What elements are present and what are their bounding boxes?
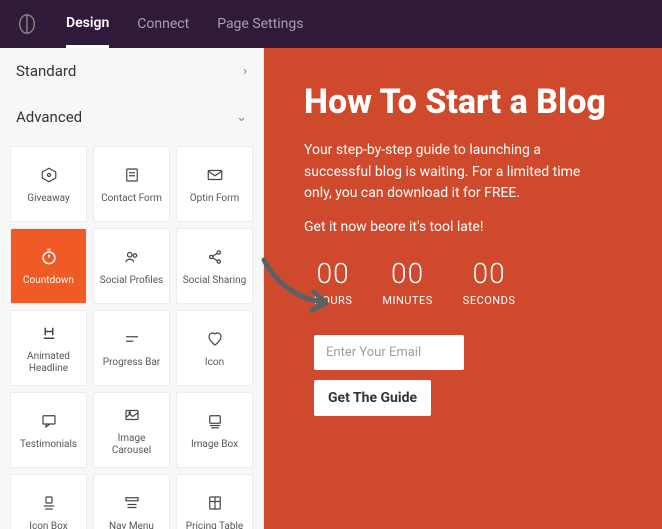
timer-value: 00 [314,257,352,290]
pricing-icon [206,492,224,514]
widget-social-profiles[interactable]: Social Profiles [93,228,170,304]
chevron-right-icon: › [243,64,247,79]
timer-seconds: 00 SECONDS [463,257,516,307]
widget-label: Countdown [23,275,74,287]
widget-image-box[interactable]: Image Box [176,392,253,468]
section-standard[interactable]: Standard › [0,48,263,94]
iconbox-icon [40,492,58,514]
widget-sidebar: Standard › Advanced ⌄ Giveaway Contact F… [0,48,264,529]
widget-social-sharing[interactable]: Social Sharing [176,228,253,304]
logo-icon [16,13,38,35]
heart-icon [206,328,224,350]
timer-value: 00 [463,257,516,290]
chat-icon [40,410,58,432]
section-label: Standard [16,62,76,80]
headline-icon [40,322,58,344]
tab-design[interactable]: Design [66,1,109,48]
widget-label: Image Carousel [98,433,165,456]
email-field[interactable] [314,335,464,370]
widget-label: Social Profiles [100,275,163,287]
page-canvas: How To Start a Blog Your step-by-step gu… [264,48,662,529]
tab-connect[interactable]: Connect [137,2,189,46]
tab-page-settings[interactable]: Page Settings [217,2,303,46]
chevron-down-icon: ⌄ [236,110,247,125]
widget-label: Optin Form [190,193,240,205]
widget-label: Image Box [191,439,238,451]
people-icon [123,246,141,268]
widget-label: Icon Box [29,521,67,529]
cta-text: Get it now beore it's tool late! [304,219,622,235]
envelope-icon [206,164,224,186]
timer-minutes: 00 MINUTES [382,257,432,307]
widget-icon-box[interactable]: Icon Box [10,474,87,529]
timer-label: SECONDS [463,294,516,307]
giveaway-icon [40,164,58,186]
widget-contact-form[interactable]: Contact Form [93,146,170,222]
widget-image-carousel[interactable]: Image Carousel [93,392,170,468]
get-guide-button[interactable]: Get The Guide [314,380,431,416]
widget-countdown[interactable]: Countdown [10,228,87,304]
share-icon [206,246,224,268]
widget-giveaway[interactable]: Giveaway [10,146,87,222]
page-subtitle: Your step-by-step guide to launching a s… [304,140,604,205]
carousel-icon [123,404,141,426]
widget-nav-menu[interactable]: Nav Menu [93,474,170,529]
countdown-timer: 00 HOURS 00 MINUTES 00 SECONDS [314,257,622,307]
page-title: How To Start a Blog [304,82,622,122]
widget-label: Pricing Table [186,521,243,529]
widget-icon[interactable]: Icon [176,310,253,386]
widget-progress-bar[interactable]: Progress Bar [93,310,170,386]
widget-animated-headline[interactable]: Animated Headline [10,310,87,386]
widget-pricing-table[interactable]: Pricing Table [176,474,253,529]
widget-label: Giveaway [27,193,69,205]
widget-testimonials[interactable]: Testimonials [10,392,87,468]
section-advanced[interactable]: Advanced ⌄ [0,94,263,140]
widget-optin-form[interactable]: Optin Form [176,146,253,222]
timer-icon [39,246,59,268]
widget-grid: Giveaway Contact Form Optin Form Countdo… [0,140,263,529]
timer-label: MINUTES [382,294,432,307]
imagebox-icon [206,410,224,432]
widget-label: Contact Form [101,193,162,205]
top-navigation: Design Connect Page Settings [0,0,662,48]
widget-label: Progress Bar [103,357,160,369]
widget-label: Animated Headline [15,351,82,374]
timer-value: 00 [382,257,432,290]
progress-icon [123,328,141,350]
widget-label: Testimonials [20,439,77,451]
widget-label: Nav Menu [109,521,154,529]
menu-icon [123,492,141,514]
widget-label: Social Sharing [183,275,247,287]
timer-hours: 00 HOURS [314,257,352,307]
widget-label: Icon [205,357,224,369]
form-icon [123,164,141,186]
section-label: Advanced [16,108,82,126]
timer-label: HOURS [314,294,352,307]
